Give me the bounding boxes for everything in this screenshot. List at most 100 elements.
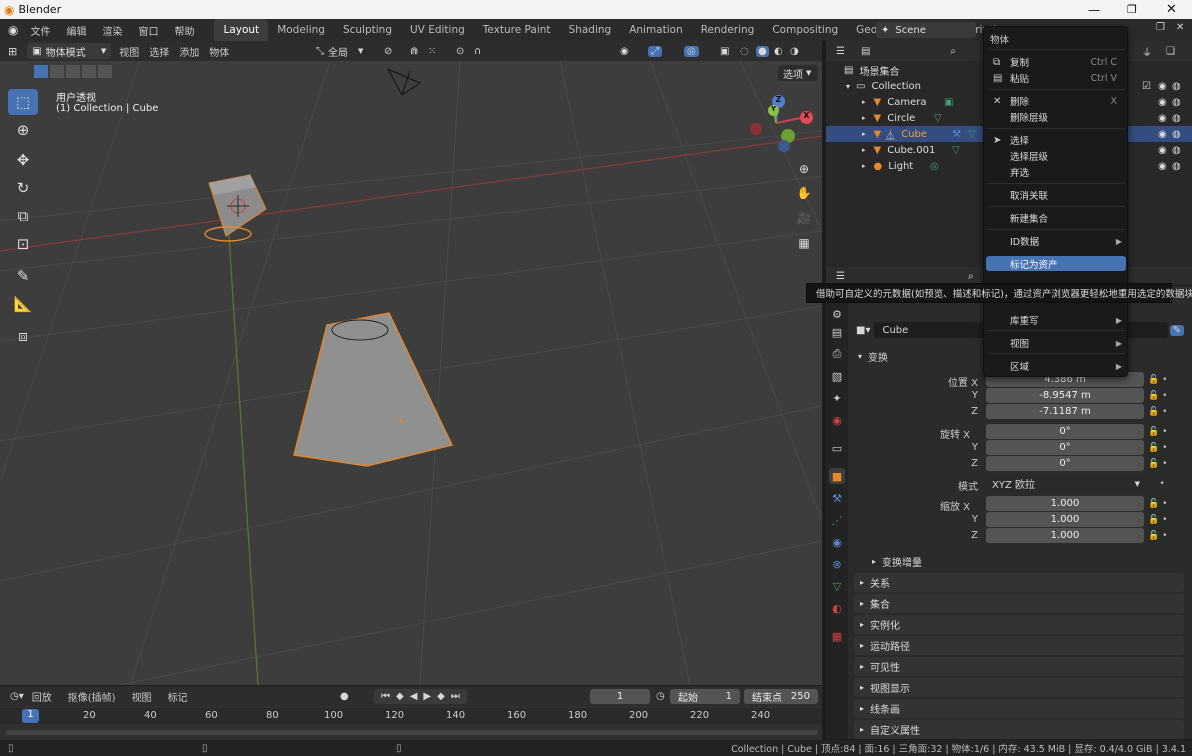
jump-start-icon[interactable]: ⏮	[381, 691, 390, 702]
render-camera-icon[interactable]: ◍	[1172, 81, 1181, 92]
properties-editor-icon[interactable]: ☰	[836, 271, 845, 282]
start-frame-field[interactable]: 起始 1	[670, 689, 740, 704]
tab-animation[interactable]: Animation	[620, 19, 692, 41]
texture-tab-icon[interactable]: ▦	[829, 628, 845, 644]
outliner-editor-icon[interactable]: ☰	[836, 46, 845, 57]
location-y-field[interactable]: -8.9547 m	[986, 388, 1144, 403]
menu-item-delete[interactable]: ✕ 删除 X	[984, 93, 1129, 109]
pan-hand-icon[interactable]: ✋	[794, 183, 814, 203]
view-layer-tab-icon[interactable]: ▧	[829, 368, 845, 384]
proportional-edit-icon[interactable]: ⊙	[456, 46, 464, 57]
scale-z-field[interactable]: 1.000	[986, 528, 1144, 543]
visibility-icon[interactable]: ◉	[620, 46, 629, 57]
scale-tool[interactable]: ⧉	[8, 203, 38, 229]
expand-chevron-icon[interactable]: ▸	[862, 146, 866, 154]
new-window-icon[interactable]: ❐	[1156, 22, 1165, 33]
menu-item-copy[interactable]: ⧉ 复制 Ctrl C	[984, 54, 1129, 70]
cube-001-object[interactable]	[293, 312, 454, 467]
data-tab-icon[interactable]: ▽	[829, 578, 845, 594]
jump-end-icon[interactable]: ⏭	[451, 691, 460, 702]
tool-tab-icon[interactable]: ⚙	[829, 306, 845, 322]
gizmo-toggle-icon[interactable]: ⤢	[648, 45, 662, 57]
output-tab-icon[interactable]: ⎙	[829, 346, 845, 362]
lock-icon[interactable]: 🔓 •	[1148, 456, 1184, 472]
close-scene-icon[interactable]: ✕	[1176, 22, 1184, 33]
eye-icon[interactable]: ◉	[1158, 113, 1167, 124]
3d-viewport[interactable]: ⬚ ⊕ ✥ ↻ ⧉ ⊡ ✎ 📐 ⧈ 用户透视 (1) Collection | …	[0, 61, 822, 685]
modifier-tab-icon[interactable]: ⚒	[829, 490, 845, 506]
lock-icon[interactable]: 🔓 •	[1148, 404, 1184, 420]
select-box-tool[interactable]: ⬚	[8, 89, 38, 115]
menu-edit[interactable]: 编辑	[58, 19, 94, 41]
viewport-menu-view[interactable]: 视图	[111, 40, 147, 62]
viewport-menu-object[interactable]: 物体	[207, 40, 231, 62]
eye-icon[interactable]: ◉	[1158, 129, 1167, 140]
scale-y-field[interactable]: 1.000	[986, 512, 1144, 527]
orientation-selector[interactable]: ⤡ 全局 ▼	[316, 44, 363, 59]
cube-object[interactable]	[204, 174, 267, 242]
play-reverse-icon[interactable]: ◀	[410, 691, 418, 702]
record-icon[interactable]: ●	[340, 691, 349, 702]
render-tab-icon[interactable]: ▤	[829, 324, 845, 340]
lock-icon[interactable]: 🔓 •	[1148, 388, 1184, 404]
camera-view-icon[interactable]: 🎥	[794, 208, 814, 228]
add-cube-tool[interactable]: ⧈	[8, 323, 38, 349]
menu-window[interactable]: 窗口	[130, 19, 166, 41]
expand-chevron-icon[interactable]: ▾	[846, 82, 850, 91]
rotation-z-field[interactable]: 0°	[986, 456, 1144, 471]
perspective-toggle-icon[interactable]: ▦	[794, 233, 814, 253]
tab-shading[interactable]: Shading	[560, 19, 621, 41]
transform-tool[interactable]: ⊡	[8, 231, 38, 257]
prev-keyframe-icon[interactable]: ◆	[396, 691, 404, 702]
keyframe-dot-icon[interactable]: •	[1148, 476, 1184, 492]
render-camera-icon[interactable]: ◍	[1172, 97, 1181, 108]
end-frame-field[interactable]: 结束点 250	[744, 689, 818, 704]
camera-object[interactable]	[386, 67, 422, 96]
section-line-art[interactable]: ▸ 线条画	[854, 699, 1184, 718]
mode-selector[interactable]: ▣ 物体模式 ▼	[27, 43, 112, 59]
rendered-shading-icon[interactable]: ◑	[790, 46, 799, 57]
solid-shading-icon[interactable]: ●	[756, 45, 769, 57]
tab-compositing[interactable]: Compositing	[763, 19, 847, 41]
viewport-menu-add[interactable]: 添加	[171, 40, 207, 62]
eye-icon[interactable]: ◉	[1158, 81, 1167, 92]
search-icon[interactable]: ⌕	[950, 46, 956, 57]
tab-sculpting[interactable]: Sculpting	[334, 19, 401, 41]
timeline-menu-playback[interactable]: 回放	[24, 685, 60, 707]
select-intersect-icon[interactable]	[98, 65, 112, 78]
material-tab-icon[interactable]: ◐	[829, 600, 845, 616]
section-visibility[interactable]: ▸ 可见性	[854, 657, 1184, 676]
object-type-icon[interactable]: ■▾	[856, 325, 870, 336]
scene-tab-icon[interactable]: ✦	[829, 390, 845, 406]
eye-icon[interactable]: ◉	[1158, 161, 1167, 172]
minimize-button[interactable]: —	[1088, 3, 1100, 17]
lock-icon[interactable]: 🔓 •	[1148, 424, 1184, 440]
gizmo-y-label[interactable]: Y	[768, 105, 779, 116]
wireframe-shading-icon[interactable]: ◌	[740, 46, 749, 57]
viewport-menu-select[interactable]: 选择	[147, 40, 171, 62]
snap-icon[interactable]: ⋒	[410, 46, 418, 57]
section-custom-properties[interactable]: ▸ 自定义属性	[854, 720, 1184, 739]
nav-gizmo[interactable]: Z X Y	[746, 93, 816, 155]
material-shading-icon[interactable]: ◐	[774, 46, 783, 57]
current-frame-marker[interactable]: 1	[22, 709, 39, 723]
tab-rendering[interactable]: Rendering	[692, 19, 764, 41]
next-keyframe-icon[interactable]: ◆	[437, 691, 445, 702]
close-button[interactable]: ✕	[1166, 2, 1177, 17]
filter-icon[interactable]: ⏚	[1142, 44, 1152, 59]
snap-target-icon[interactable]: ⁙	[428, 46, 436, 57]
world-tab-icon[interactable]: ◉	[829, 412, 845, 428]
scene-selector[interactable]: ✦ Scene	[876, 22, 976, 38]
menu-item-new-collection[interactable]: 新建集合	[984, 210, 1129, 226]
render-camera-icon[interactable]: ◍	[1172, 161, 1181, 172]
properties-search-icon[interactable]: ⌕	[968, 271, 974, 282]
timeline-menu-marker[interactable]: 标记	[160, 685, 196, 707]
scale-x-field[interactable]: 1.000	[986, 496, 1144, 511]
stopwatch-icon[interactable]: ◷	[656, 691, 665, 702]
rotate-tool[interactable]: ↻	[8, 175, 38, 201]
menu-item-mark-as-asset[interactable]: 标记为资产	[986, 256, 1126, 271]
eye-icon[interactable]: ◉	[1158, 145, 1167, 156]
eye-icon[interactable]: ◉	[1158, 97, 1167, 108]
blender-menu-icon[interactable]: ◉	[8, 23, 18, 37]
lock-icon[interactable]: 🔓 •	[1148, 528, 1184, 544]
